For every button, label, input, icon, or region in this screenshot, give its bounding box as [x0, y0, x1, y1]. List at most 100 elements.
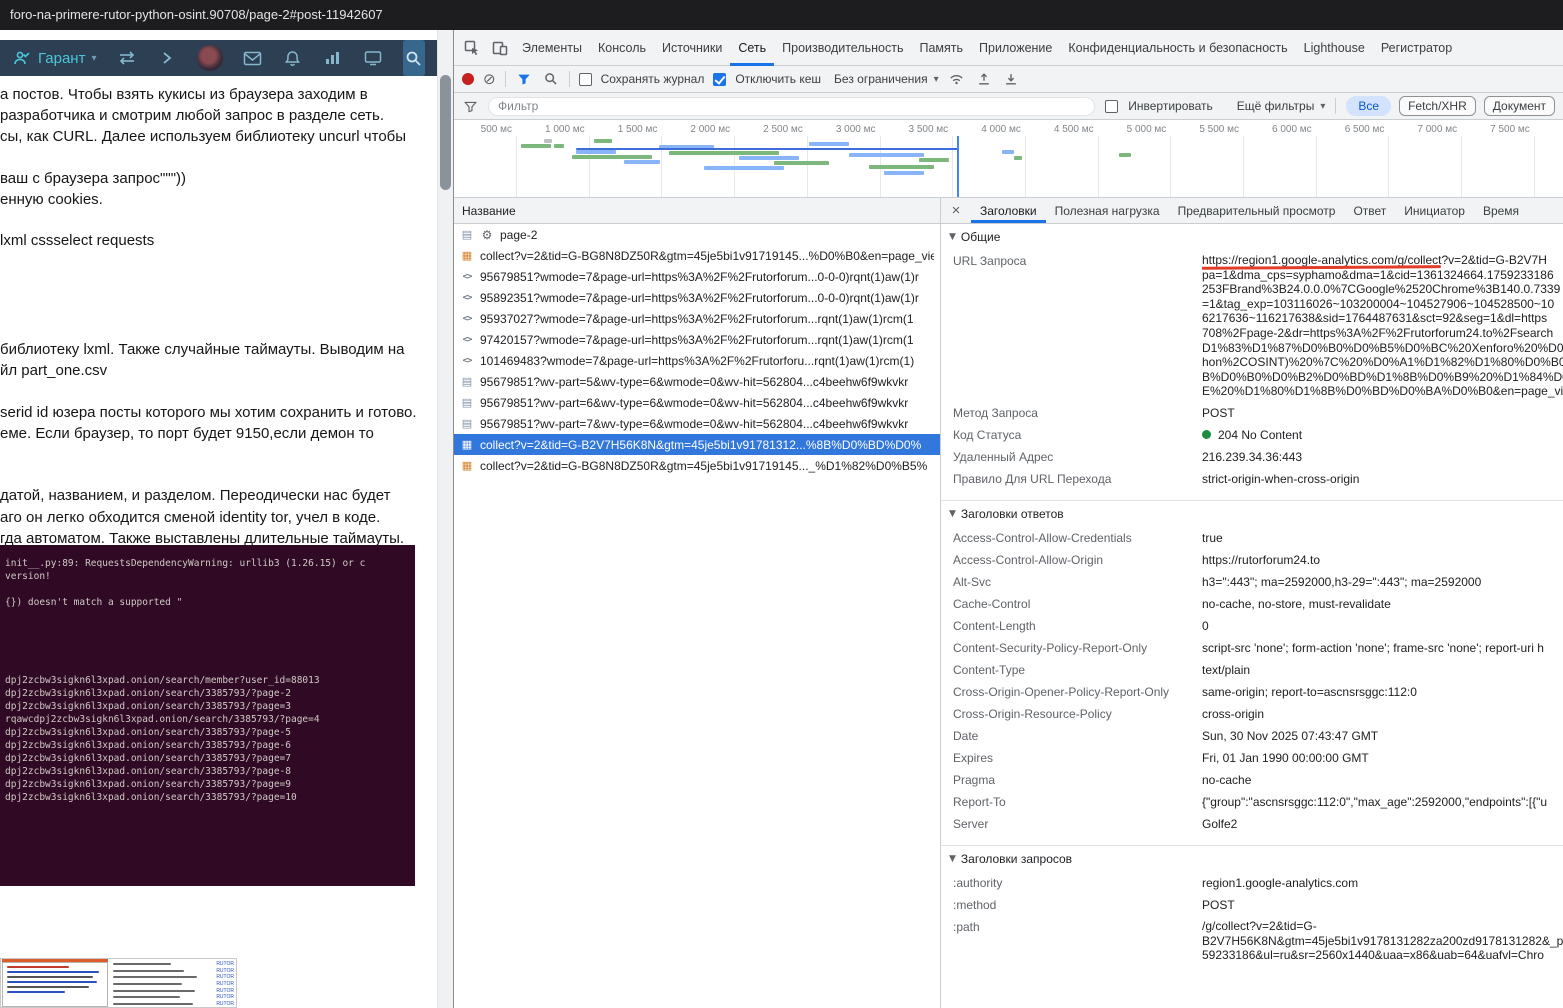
page-scrollbar[interactable]	[437, 30, 453, 1008]
devtools-tab[interactable]: Производительность	[774, 30, 911, 66]
waterfall-bar	[809, 142, 849, 146]
request-row[interactable]: 97420157?wmode=7&page-url=https%3A%2F%2F…	[454, 329, 940, 350]
devtools-tab[interactable]: Элементы	[514, 30, 590, 66]
request-row[interactable]: 95679851?wv-part=7&wv-type=6&wmode=0&wv-…	[454, 413, 940, 434]
request-type-chip[interactable]: Все	[1346, 96, 1391, 116]
rutor-link[interactable]: RUTOR	[216, 994, 234, 1000]
section-header[interactable]: ▼Заголовки запросов	[941, 846, 1563, 872]
page-scrollbar-thumb[interactable]	[440, 75, 451, 190]
devtools-tab[interactable]: Источники	[654, 30, 730, 66]
headers-section: ▼Заголовки ответовAccess-Control-Allow-C…	[941, 500, 1563, 843]
devtools-tabbar: ЭлементыКонсольИсточникиСетьПроизводител…	[454, 30, 1563, 66]
name-column-header[interactable]: Название	[454, 198, 940, 224]
bell-icon[interactable]	[283, 48, 303, 68]
export-har-icon[interactable]	[1002, 66, 1020, 92]
header-name: URL Запроса	[953, 253, 1202, 399]
media-icon[interactable]	[363, 48, 383, 68]
waterfall-bar	[576, 148, 958, 150]
search-button[interactable]	[403, 40, 426, 76]
inspect-element-icon[interactable]	[458, 35, 486, 61]
request-row[interactable]: collect?v=2&tid=G-B2V7H56K8N&gtm=45je5bi…	[454, 434, 940, 455]
request-row[interactable]: collect?v=2&tid=G-BG8N8DZ50R&gtm=45je5bi…	[454, 455, 940, 476]
request-row[interactable]: 95937027?wmode=7&page-url=https%3A%2F%2F…	[454, 308, 940, 329]
request-row[interactable]: page-2	[454, 224, 940, 245]
dcl-event-line	[957, 136, 959, 197]
header-value: 0	[1202, 618, 1563, 634]
header-value: true	[1202, 530, 1563, 546]
rutor-link[interactable]: RUTOR	[216, 988, 234, 994]
invert-checkbox[interactable]	[1105, 100, 1118, 113]
disable-cache-checkbox[interactable]	[713, 73, 726, 86]
details-tab[interactable]: Ответ	[1344, 198, 1395, 223]
timeline-label: 7 000 мс	[1399, 124, 1457, 135]
browser-url-bar[interactable]: foro-na-primere-rutor-python-osint.90708…	[0, 0, 1563, 30]
request-label: 95679851?wv-part=7&wv-type=6&wmode=0&wv-…	[480, 417, 908, 431]
article-line: енную cookies.	[0, 191, 103, 208]
request-type-chip[interactable]: Fetch/XHR	[1399, 96, 1476, 116]
waterfall-bar	[624, 160, 660, 164]
close-icon[interactable]: ×	[941, 198, 971, 223]
avatar[interactable]	[197, 45, 223, 71]
throttling-select[interactable]: Без ограничения▾	[834, 72, 939, 86]
request-row[interactable]: collect?v=2&tid=G-BG8N8DZ50R&gtm=45je5bi…	[454, 245, 940, 266]
details-tab[interactable]: Инициатор	[1395, 198, 1474, 223]
devtools-tab[interactable]: Память	[912, 30, 972, 66]
table-row: RUTOR	[113, 961, 234, 968]
garant-menu[interactable]: Гарант ▾	[12, 48, 97, 68]
filter-input[interactable]	[488, 97, 1095, 116]
network-conditions-icon[interactable]	[948, 66, 966, 92]
filter-icon[interactable]	[515, 66, 533, 92]
devtools-tab[interactable]: Сеть	[730, 30, 774, 66]
headers-section: ▼Заголовки запросов:authorityregion1.goo…	[941, 845, 1563, 974]
stats-icon[interactable]	[323, 48, 343, 68]
import-har-icon[interactable]	[975, 66, 993, 92]
article-line: библиотеку lxml. Также случайные таймаут…	[0, 341, 405, 358]
swap-arrows-icon[interactable]	[117, 48, 137, 68]
details-tab[interactable]: Заголовки	[971, 198, 1046, 223]
request-type-chips: Все Fetch/XHR Документ	[1346, 96, 1555, 116]
header-value: 204 No Content	[1202, 427, 1563, 443]
table-row: RUTOR	[113, 1001, 234, 1008]
devtools-tab[interactable]: Конфиденциальность и безопасность	[1060, 30, 1295, 66]
request-row[interactable]: 101469483?wmode=7&page-url=https%3A%2F%2…	[454, 350, 940, 371]
header-value: /g/collect?v=2&tid=G- B2V7H56K8N&gtm=45j…	[1202, 919, 1563, 963]
request-label: 95937027?wmode=7&page-url=https%3A%2F%2F…	[480, 312, 914, 326]
request-type-chip[interactable]: Документ	[1484, 96, 1555, 116]
xhr-icon	[460, 438, 474, 452]
devtools-tab[interactable]: Регистратор	[1373, 30, 1460, 66]
more-filters-dropdown[interactable]: Ещё фильтры▾	[1237, 99, 1326, 113]
details-tab[interactable]: Время	[1474, 198, 1528, 223]
record-button[interactable]	[462, 73, 474, 85]
devtools-tab[interactable]: Приложение	[971, 30, 1060, 66]
clear-icon[interactable]: ⊘	[483, 72, 496, 87]
details-tab[interactable]: Предварительный просмотр	[1169, 198, 1345, 223]
devtools-tab[interactable]: Lighthouse	[1296, 30, 1373, 66]
search-network-icon[interactable]	[542, 66, 560, 92]
rutor-link[interactable]: RUTOR	[216, 961, 234, 967]
waterfall-bar	[919, 158, 949, 162]
chevron-right-icon[interactable]	[157, 48, 177, 68]
details-tab[interactable]: Полезная нагрузка	[1046, 198, 1169, 223]
section-header[interactable]: ▼Общие	[941, 224, 1563, 250]
waterfall-bar	[669, 151, 779, 155]
rutor-link[interactable]: RUTOR	[216, 968, 234, 974]
request-rows: page-2collect?v=2&tid=G-BG8N8DZ50R&gtm=4…	[454, 224, 940, 1008]
rutor-link[interactable]: RUTOR	[216, 1001, 234, 1007]
timeline-label: 6 000 мс	[1254, 124, 1312, 135]
preserve-log-checkbox[interactable]	[579, 73, 592, 86]
section-header[interactable]: ▼Заголовки ответов	[941, 501, 1563, 527]
mail-icon[interactable]	[243, 48, 263, 68]
rutor-link[interactable]: RUTOR	[216, 981, 234, 987]
header-value: Sun, 30 Nov 2025 07:43:47 GMT	[1202, 728, 1563, 744]
request-row[interactable]: 95679851?wv-part=5&wv-type=6&wmode=0&wv-…	[454, 371, 940, 392]
request-row[interactable]: 95679851?wv-part=6&wv-type=6&wmode=0&wv-…	[454, 392, 940, 413]
network-overview[interactable]: 500 мс1 000 мс1 500 мс2 000 мс2 500 мс3 …	[454, 120, 1563, 198]
chevron-down-icon: ▾	[91, 53, 96, 64]
request-row[interactable]: 95892351?wmode=7&page-url=https%3A%2F%2F…	[454, 287, 940, 308]
devtools-tab[interactable]: Консоль	[590, 30, 654, 66]
device-toolbar-icon[interactable]	[486, 35, 514, 61]
header-name: Content-Type	[953, 662, 1202, 678]
devtools-tabs: ЭлементыКонсольИсточникиСетьПроизводител…	[514, 30, 1460, 66]
rutor-link[interactable]: RUTOR	[216, 974, 234, 980]
request-row[interactable]: 95679851?wmode=7&page-url=https%3A%2F%2F…	[454, 266, 940, 287]
